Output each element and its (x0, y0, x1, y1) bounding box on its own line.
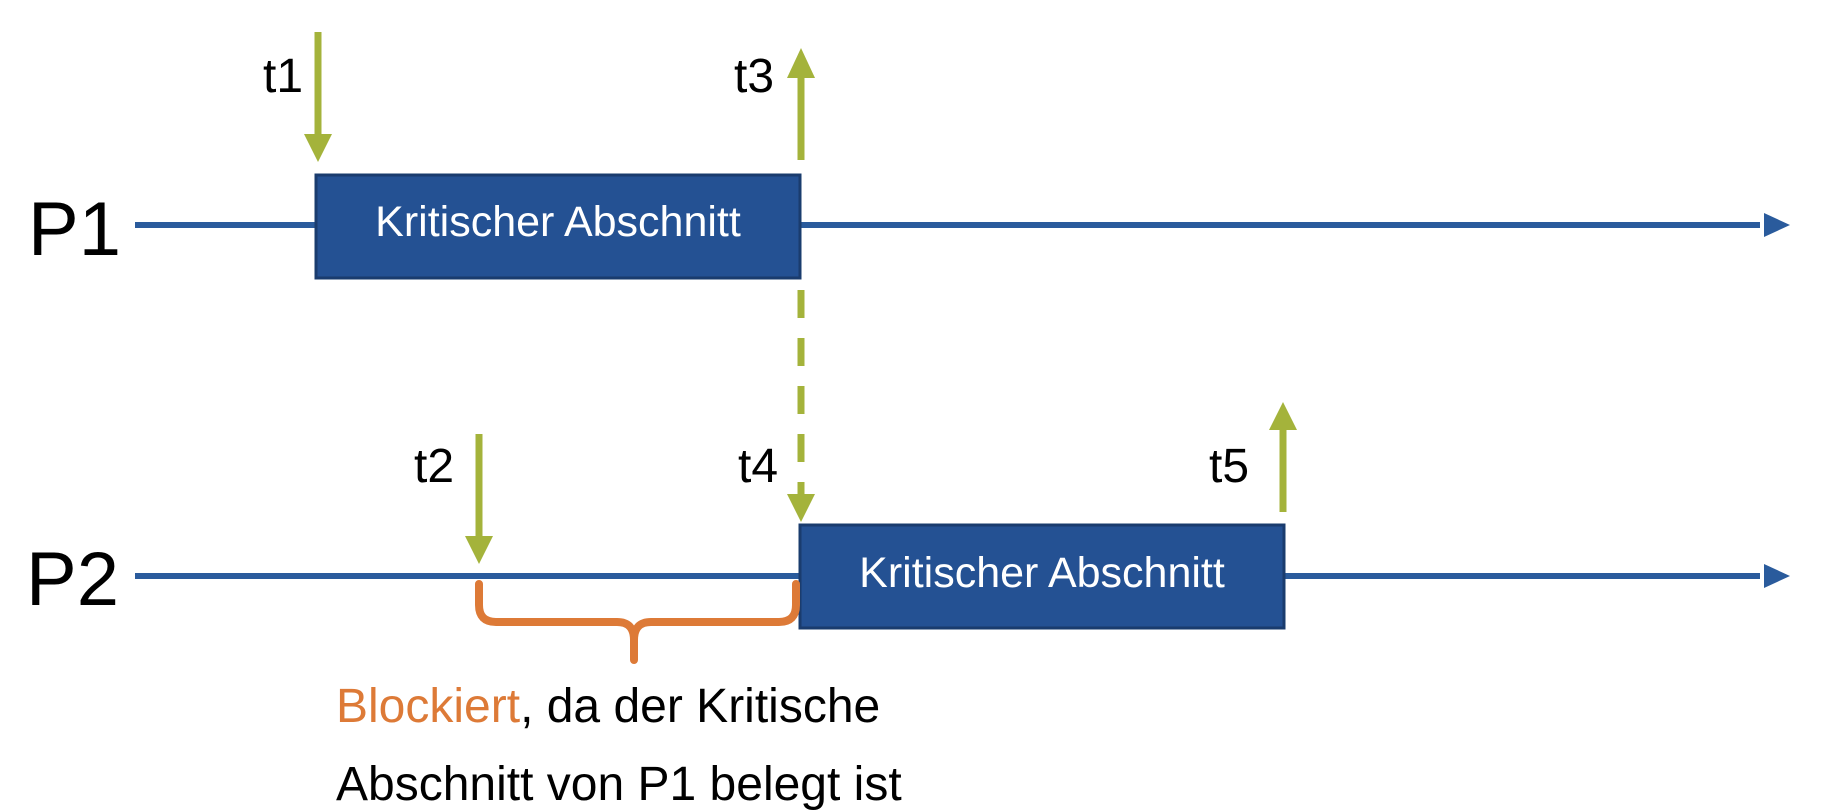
timeline-arrowhead (1764, 564, 1790, 588)
blocked-note-line-2: Abschnitt von P1 belegt ist (336, 758, 902, 810)
blocked-note-rest: , da der Kritische (520, 680, 880, 733)
critical-section-label: Kritischer Abschnitt (375, 198, 741, 246)
event-label-t5: t5 (1209, 440, 1249, 493)
process-label-p1: P1 (28, 187, 121, 272)
mutex-timeline-diagram: P1 Kritischer Abschnitt t1 t3 t4 P2 Krit… (26, 32, 1790, 810)
event-arrow-t5 (1269, 402, 1297, 512)
blocked-highlight: Blockiert (336, 680, 520, 733)
event-label-t1: t1 (263, 50, 303, 103)
event-arrow-t1 (304, 32, 332, 162)
blocked-brace (475, 580, 800, 664)
event-arrow-t3 (787, 48, 815, 160)
timeline-arrowhead (1764, 213, 1790, 237)
event-label-t2: t2 (414, 440, 454, 493)
critical-section-box-p1: Kritischer Abschnitt (314, 173, 802, 280)
critical-section-box-p2: Kritischer Abschnitt (798, 523, 1286, 630)
process-label-p2: P2 (26, 537, 119, 622)
handover-dashed-arrow (787, 290, 815, 522)
event-label-t4: t4 (738, 440, 778, 493)
event-label-t3: t3 (734, 50, 774, 103)
blocked-note-line-1: Blockiert, da der Kritische (336, 680, 880, 733)
critical-section-label: Kritischer Abschnitt (859, 549, 1225, 597)
event-arrow-t2 (465, 434, 493, 564)
